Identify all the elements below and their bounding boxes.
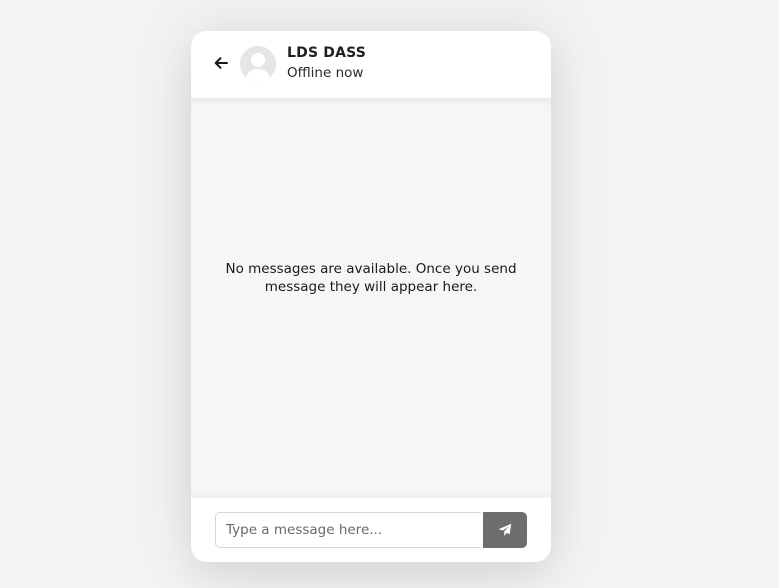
paper-plane-icon: [498, 523, 512, 537]
message-input[interactable]: [215, 512, 481, 548]
page: LDS DASS Offline now No messages are ava…: [0, 0, 779, 588]
send-button[interactable]: [483, 512, 527, 548]
user-avatar-icon: [240, 46, 276, 82]
chat-header: LDS DASS Offline now: [191, 31, 551, 98]
message-composer: [191, 498, 551, 562]
contact-status: Offline now: [287, 65, 364, 81]
message-list[interactable]: No messages are available. Once you send…: [191, 98, 551, 498]
contact-name: LDS DASS: [287, 45, 367, 61]
empty-state-text: No messages are available. Once you send…: [225, 261, 517, 295]
avatar: [240, 46, 276, 82]
back-button[interactable]: [211, 53, 231, 73]
arrow-left-icon: [214, 57, 228, 69]
chat-window: LDS DASS Offline now No messages are ava…: [191, 31, 551, 562]
